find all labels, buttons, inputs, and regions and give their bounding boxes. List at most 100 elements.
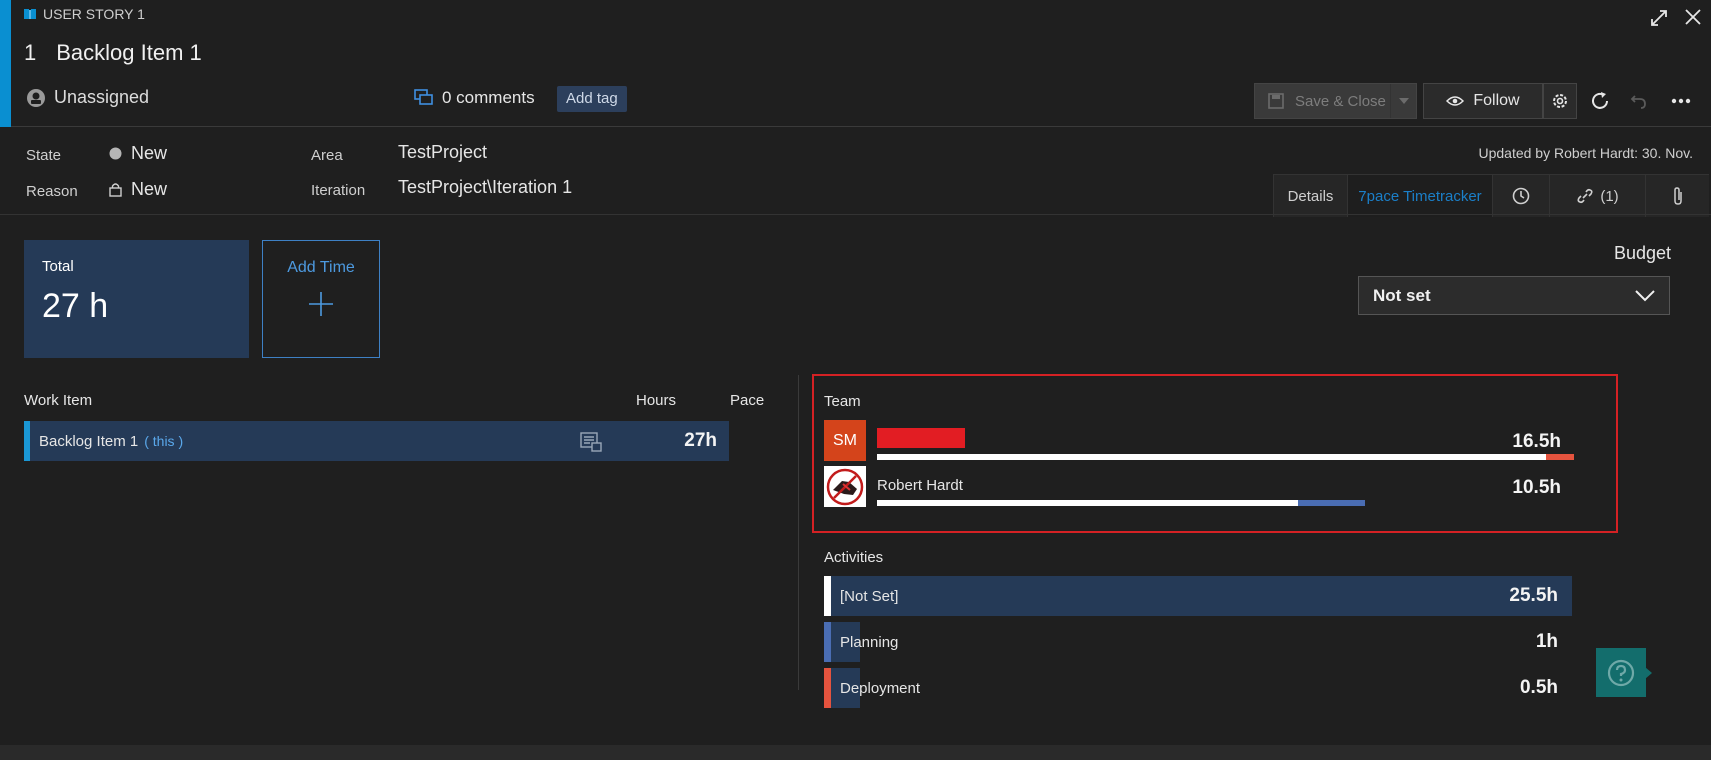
refresh-icon xyxy=(1589,90,1611,112)
avatar-logo-icon xyxy=(826,468,864,506)
member-name: Robert Hardt xyxy=(877,477,963,494)
lock-icon xyxy=(109,182,122,197)
links-count: (1) xyxy=(1600,187,1619,205)
gear-icon xyxy=(1550,91,1570,111)
follow-label: Follow xyxy=(1473,92,1520,109)
add-time-button[interactable]: Add Time xyxy=(262,240,380,358)
member-hours-fill xyxy=(877,500,1298,506)
more-icon xyxy=(1671,98,1691,104)
add-time-label: Add Time xyxy=(287,259,355,276)
work-item-tabs: Details 7pace Timetracker (1) xyxy=(1273,174,1709,217)
refresh-button[interactable] xyxy=(1585,86,1615,116)
state-dot-icon xyxy=(109,147,122,160)
help-button-pointer xyxy=(1645,667,1652,679)
assigned-to-label: Unassigned xyxy=(54,87,150,107)
activity-row[interactable]: [Not Set] 25.5h xyxy=(824,576,1572,616)
more-actions-button[interactable] xyxy=(1666,86,1696,116)
table-row[interactable]: Backlog Item 1 ( this ) 27h xyxy=(24,421,729,461)
iteration-field[interactable]: TestProject\Iteration 1 xyxy=(398,177,572,198)
link-icon xyxy=(1576,187,1594,205)
updated-by-text: Updated by Robert Hardt: 30. Nov. xyxy=(1478,145,1693,161)
activities-title: Activities xyxy=(824,549,884,566)
member-hours-fill xyxy=(877,454,1546,460)
area-label: Area xyxy=(311,147,343,164)
eye-icon xyxy=(1446,95,1465,107)
activity-label: Deployment xyxy=(840,679,921,697)
comments-link[interactable]: 0 comments xyxy=(414,88,535,108)
settings-button[interactable] xyxy=(1543,83,1577,119)
undo-button[interactable] xyxy=(1624,86,1654,116)
close-button[interactable] xyxy=(1684,8,1702,26)
open-worklog-icon[interactable] xyxy=(580,432,602,452)
chevron-down-icon xyxy=(1635,289,1655,302)
state-label: State xyxy=(26,147,62,164)
state-field[interactable]: New xyxy=(109,143,167,164)
activity-label: Planning xyxy=(840,633,899,651)
member-hours: 10.5h xyxy=(1512,477,1561,498)
panel-divider xyxy=(798,375,799,690)
total-card: Total 27 h xyxy=(24,240,249,358)
work-item-name[interactable]: Backlog Item 1 xyxy=(39,433,138,450)
column-header-hours: Hours xyxy=(636,392,677,409)
follow-button[interactable]: Follow xyxy=(1423,83,1543,119)
avatar: SM xyxy=(824,420,866,461)
tab-7pace-timetracker[interactable]: 7pace Timetracker xyxy=(1347,175,1492,217)
area-field[interactable]: TestProject xyxy=(398,142,487,163)
iteration-label: Iteration xyxy=(311,182,366,199)
member-hours-remainder xyxy=(1546,454,1574,460)
user-avatar-icon xyxy=(26,88,46,108)
tab-history[interactable] xyxy=(1492,175,1549,217)
activity-color-stripe xyxy=(824,576,831,616)
reason-field[interactable]: New xyxy=(109,179,167,200)
activity-bar xyxy=(824,576,1572,616)
reason-label: Reason xyxy=(26,183,78,200)
work-item-type: USER STORY 1 xyxy=(23,6,145,22)
tab-attachments[interactable] xyxy=(1645,175,1709,217)
budget-value: Not set xyxy=(1373,285,1431,305)
close-icon xyxy=(1684,8,1702,26)
comments-count: 0 comments xyxy=(442,88,535,107)
state-value: New xyxy=(131,143,168,163)
member-hours-remainder xyxy=(1298,500,1365,506)
maximize-button[interactable] xyxy=(1649,8,1669,28)
activity-row[interactable]: Planning 1h xyxy=(824,622,1572,662)
work-item-title[interactable]: 1 Backlog Item 1 xyxy=(24,40,202,66)
work-item-id: 1 xyxy=(24,40,37,65)
help-button[interactable] xyxy=(1596,648,1646,697)
add-tag-button[interactable]: Add tag xyxy=(557,86,627,112)
paperclip-icon xyxy=(1672,186,1684,206)
activity-hours: 0.5h xyxy=(1519,677,1558,698)
team-title: Team xyxy=(824,393,861,410)
activity-color-stripe xyxy=(824,622,831,662)
activity-hours: 1h xyxy=(1535,631,1558,652)
budget-label: Budget xyxy=(1613,243,1671,263)
save-close-button[interactable]: Save & Close xyxy=(1254,83,1417,119)
bottom-scroll-strip xyxy=(0,745,1711,760)
history-icon xyxy=(1511,186,1531,206)
tab-links[interactable]: (1) xyxy=(1549,175,1645,217)
work-item-title-text[interactable]: Backlog Item 1 xyxy=(56,40,202,66)
chevron-down-icon[interactable] xyxy=(1390,84,1416,118)
comments-icon xyxy=(414,89,434,107)
member-hours: 16.5h xyxy=(1512,431,1561,452)
plus-icon xyxy=(308,291,334,317)
activity-row[interactable]: Deployment 0.5h xyxy=(824,668,1572,708)
activity-hours: 25.5h xyxy=(1509,585,1558,606)
save-close-label: Save & Close xyxy=(1295,92,1386,110)
column-header-work-item: Work Item xyxy=(24,392,93,409)
tab-details[interactable]: Details xyxy=(1273,175,1347,217)
save-icon xyxy=(1267,92,1285,110)
column-header-pace: Pace xyxy=(730,392,765,409)
reason-value: New xyxy=(131,179,168,199)
work-item-type-label: USER STORY 1 xyxy=(43,6,145,22)
total-label: Total xyxy=(42,258,74,275)
redacted-member-name xyxy=(877,428,965,448)
activity-color-stripe xyxy=(824,668,831,708)
undo-icon xyxy=(1629,91,1649,111)
expand-icon xyxy=(1649,8,1669,28)
work-item-hours: 27h xyxy=(684,430,717,451)
help-icon xyxy=(1606,658,1636,688)
budget-select[interactable]: Not set xyxy=(1358,276,1670,315)
assigned-to[interactable]: Unassigned xyxy=(26,87,149,108)
work-item-type-accent xyxy=(0,0,11,127)
